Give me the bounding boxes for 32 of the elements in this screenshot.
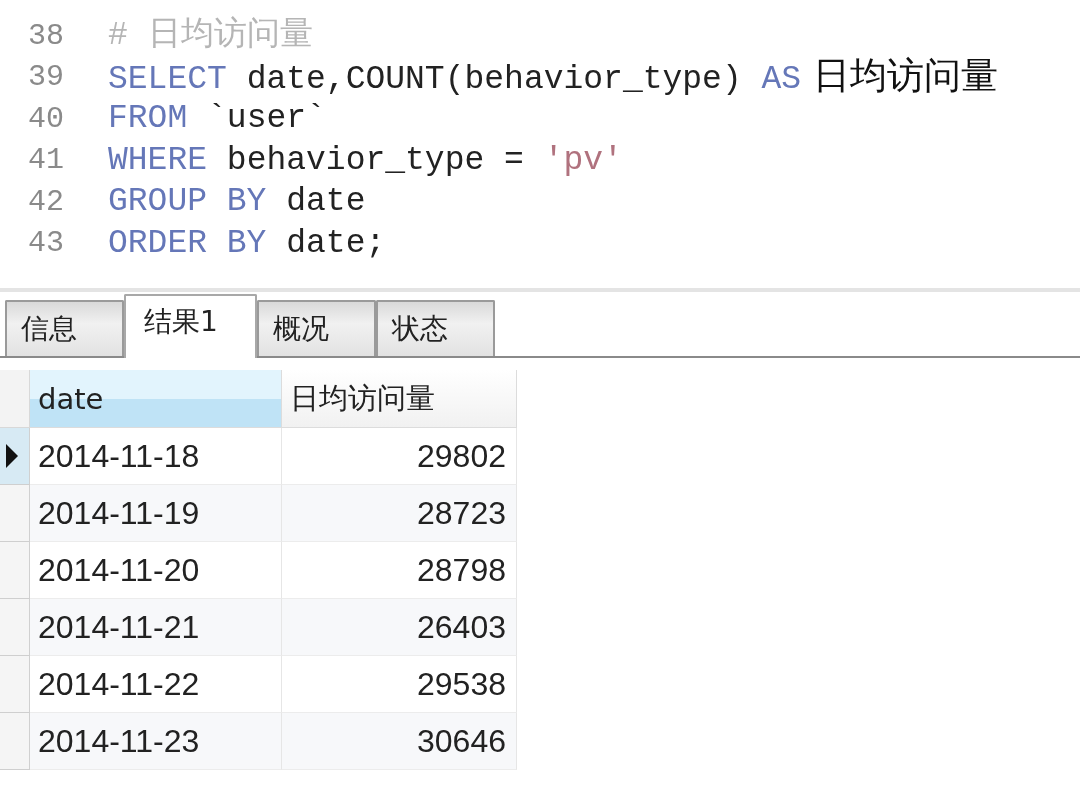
code-line: GROUP BY date [108, 182, 366, 223]
line-number: 42 [27, 184, 64, 219]
code-line: ORDER BY date; [108, 223, 386, 264]
tab[interactable]: 信息 [5, 300, 124, 356]
table-cell: 30646 [282, 713, 517, 770]
table-cell: 28723 [282, 485, 517, 542]
row-header[interactable] [0, 428, 30, 485]
table-cell: 2014-11-22 [30, 656, 282, 713]
table-cell: 26403 [282, 599, 517, 656]
line-number: 38 [27, 18, 64, 53]
code-line: SELECT date,COUNT(behavior_type) AS 日均访问量 [108, 54, 998, 100]
line-number: 43 [27, 226, 64, 261]
table-cell: 2014-11-21 [30, 599, 282, 656]
column-header[interactable]: date [30, 370, 282, 428]
tab[interactable]: 状态 [376, 300, 495, 356]
table-cell: 2014-11-23 [30, 713, 282, 770]
tab[interactable]: 概况 [257, 300, 376, 356]
table-cell: 29538 [282, 656, 517, 713]
column-header[interactable]: 日均访问量 [282, 370, 517, 428]
table-cell: 2014-11-18 [30, 428, 282, 485]
table-cell: 2014-11-19 [30, 485, 282, 542]
tab[interactable]: 结果1 [124, 294, 257, 358]
table-cell: 29802 [282, 428, 517, 485]
code-line: WHERE behavior_type = 'pv' [108, 140, 623, 181]
table-cell: 2014-11-20 [30, 542, 282, 599]
line-number: 40 [27, 101, 64, 136]
line-number: 41 [27, 143, 64, 178]
code-line: FROM `user` [108, 99, 326, 140]
table-cell: 28798 [282, 542, 517, 599]
triangle-pointer-icon [6, 444, 18, 468]
code-line: # 日均访问量 [108, 15, 313, 57]
line-number: 39 [27, 60, 64, 95]
